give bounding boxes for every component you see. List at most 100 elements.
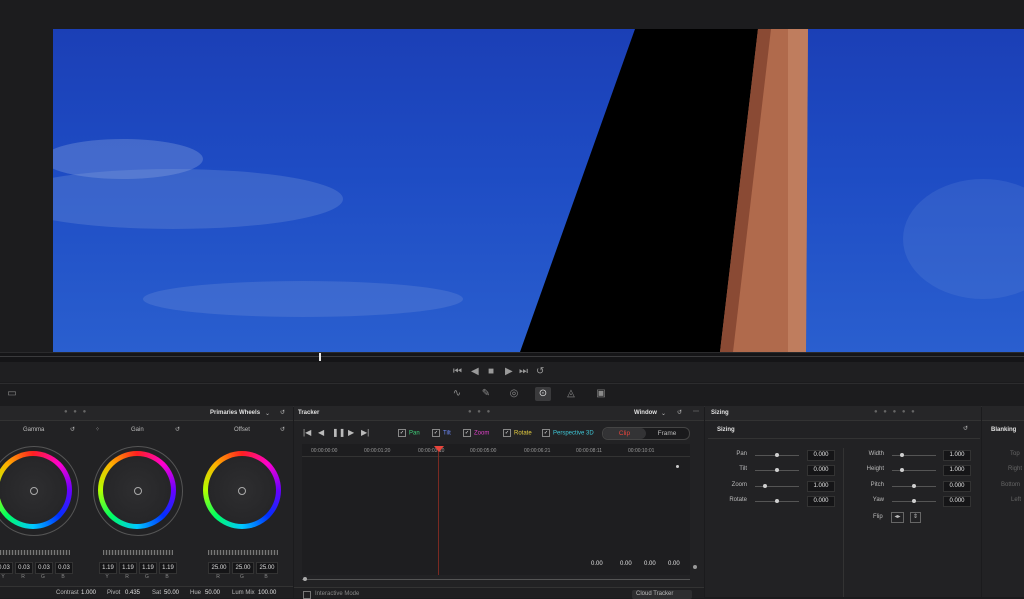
contrast-value[interactable]: 1.000 xyxy=(81,590,96,596)
skip-start-button[interactable]: ⏮ xyxy=(453,366,462,377)
reset-icon[interactable]: ↺ xyxy=(677,409,682,416)
curves-icon[interactable]: ∿ xyxy=(449,387,465,401)
window-icon[interactable]: ◎ xyxy=(506,387,522,401)
play-button[interactable]: ▶ xyxy=(505,366,513,377)
tilt-param-value[interactable]: 0.000 xyxy=(807,465,835,476)
gain-y-value[interactable]: 1.19 xyxy=(99,562,117,574)
flip-vertical-icon[interactable]: ⇕ xyxy=(910,512,921,523)
height-param-value[interactable]: 1.000 xyxy=(943,465,971,476)
chevron-down-icon[interactable]: ⌄ xyxy=(265,410,270,417)
gamma-r-value[interactable]: 0.03 xyxy=(15,562,33,574)
qualifier-icon[interactable]: ✎ xyxy=(478,387,494,401)
gain-wheel-handle[interactable] xyxy=(134,487,142,495)
zoom-param-value[interactable]: 1.000 xyxy=(807,481,835,492)
reset-icon[interactable]: ↺ xyxy=(963,425,968,432)
more-options-icon[interactable]: ⋯ xyxy=(693,408,699,415)
track-point[interactable] xyxy=(676,465,679,468)
tracker-icon[interactable]: ⊙ xyxy=(535,387,551,401)
blur-icon[interactable]: ◬ xyxy=(563,387,579,401)
tracker-scrollbar[interactable] xyxy=(302,579,690,580)
track-forward-icon[interactable]: ▶ xyxy=(348,428,354,437)
stop-button[interactable]: ■ xyxy=(488,366,494,377)
tracker-playhead[interactable] xyxy=(434,446,444,452)
slider-knob[interactable] xyxy=(775,453,779,457)
slider-knob[interactable] xyxy=(912,499,916,503)
frame-toggle[interactable]: Frame xyxy=(646,428,688,439)
rotate-param-value[interactable]: 0.000 xyxy=(807,496,835,507)
offset-b-value[interactable]: 25.00 xyxy=(256,562,278,574)
timecode: 00:00:01:20 xyxy=(364,448,391,454)
reset-icon[interactable]: ↺ xyxy=(280,426,285,433)
gamma-g-value[interactable]: 0.03 xyxy=(35,562,53,574)
contrast-label: Contrast xyxy=(56,590,79,596)
gamma-y-value[interactable]: 0.03 xyxy=(0,562,13,574)
offset-g-value[interactable]: 25.00 xyxy=(232,562,254,574)
playhead[interactable] xyxy=(319,353,321,361)
timecode: 00:00:00:00 xyxy=(311,448,338,454)
slider-knob[interactable] xyxy=(775,468,779,472)
gamma-master-wheel[interactable] xyxy=(0,550,70,555)
track-reverse-icon[interactable]: ◀ xyxy=(318,428,324,437)
offset-wheel-handle[interactable] xyxy=(238,487,246,495)
width-param-value[interactable]: 1.000 xyxy=(943,450,971,461)
flip-horizontal-icon[interactable]: ◂▸ xyxy=(891,512,904,523)
pitch-param-value[interactable]: 0.000 xyxy=(943,481,971,492)
panel-toggle-icon[interactable]: ▭ xyxy=(4,387,20,401)
frame-image xyxy=(53,29,1024,352)
reset-icon[interactable]: ↺ xyxy=(280,409,285,416)
page-dots[interactable]: ● ● ● xyxy=(64,409,88,415)
tracker-graph[interactable] xyxy=(302,457,690,575)
video-frame[interactable] xyxy=(53,29,1024,352)
tracker-playhead-line xyxy=(438,450,439,575)
picker-icon[interactable]: ⁘ xyxy=(95,426,100,433)
pivot-value[interactable]: 0.435 xyxy=(125,590,140,596)
pan-checkbox[interactable]: ✓ Pan xyxy=(398,429,420,437)
tracker-scroll-handle[interactable] xyxy=(303,577,307,581)
tilt-checkbox[interactable]: ✓ Tilt xyxy=(432,429,451,437)
gain-g-value[interactable]: 1.19 xyxy=(139,562,157,574)
gain-b-value[interactable]: 1.19 xyxy=(159,562,177,574)
lum-mix-label: Lum Mix xyxy=(232,590,255,596)
slider-knob[interactable] xyxy=(912,484,916,488)
track-pause-icon[interactable]: ❚❚ xyxy=(332,428,345,437)
reverse-play-button[interactable]: ◀ xyxy=(471,366,479,377)
gain-master-wheel[interactable] xyxy=(103,550,173,555)
track-reverse-start-icon[interactable]: |◀ xyxy=(303,428,311,437)
pan-param-value[interactable]: 0.000 xyxy=(807,450,835,461)
page-dots[interactable]: ● ● ● xyxy=(468,409,492,415)
graph-handle[interactable] xyxy=(693,565,697,569)
hue-value[interactable]: 50.00 xyxy=(205,590,220,596)
loop-button[interactable]: ↺ xyxy=(536,366,544,377)
zoom-slider[interactable] xyxy=(755,486,799,487)
slider-knob[interactable] xyxy=(775,499,779,503)
gamma-b-value[interactable]: 0.03 xyxy=(55,562,73,574)
track-forward-end-icon[interactable]: ▶| xyxy=(361,428,369,437)
zoom-checkbox[interactable]: ✓ Zoom xyxy=(463,429,489,437)
chevron-down-icon[interactable]: ⌄ xyxy=(661,410,666,417)
timecode: 00:00:05:00 xyxy=(470,448,497,454)
reset-icon[interactable]: ↺ xyxy=(70,426,75,433)
reset-icon[interactable]: ↺ xyxy=(175,426,180,433)
page-dots[interactable]: ● ● ● ● ● xyxy=(874,409,917,415)
clip-toggle[interactable]: Clip xyxy=(603,428,646,439)
slider-knob[interactable] xyxy=(899,453,904,457)
sizing-icon[interactable]: ▣ xyxy=(593,387,609,401)
skip-end-button[interactable]: ⏭ xyxy=(519,366,528,377)
gamma-wheel-handle[interactable] xyxy=(30,487,38,495)
offset-master-wheel[interactable] xyxy=(208,550,278,555)
height-slider[interactable] xyxy=(892,470,936,471)
tracker-mode-dropdown[interactable]: Cloud Tracker xyxy=(632,590,692,599)
sat-value[interactable]: 50.00 xyxy=(164,590,179,596)
rotate-checkbox[interactable]: ✓ Rotate xyxy=(503,429,532,437)
interactive-mode-checkbox[interactable] xyxy=(303,591,311,599)
slider-knob[interactable] xyxy=(762,484,767,488)
slider-knob[interactable] xyxy=(899,468,904,472)
offset-r-value[interactable]: 25.00 xyxy=(208,562,230,574)
primaries-mode-select[interactable]: Primaries Wheels xyxy=(210,410,260,416)
width-slider[interactable] xyxy=(892,455,936,456)
perspective-3d-checkbox[interactable]: ✓ Perspective 3D xyxy=(542,429,594,437)
yaw-param-value[interactable]: 0.000 xyxy=(943,496,971,507)
tracker-mode-select[interactable]: Window xyxy=(634,410,657,416)
lum-mix-value[interactable]: 100.00 xyxy=(258,590,276,596)
gain-r-value[interactable]: 1.19 xyxy=(119,562,137,574)
